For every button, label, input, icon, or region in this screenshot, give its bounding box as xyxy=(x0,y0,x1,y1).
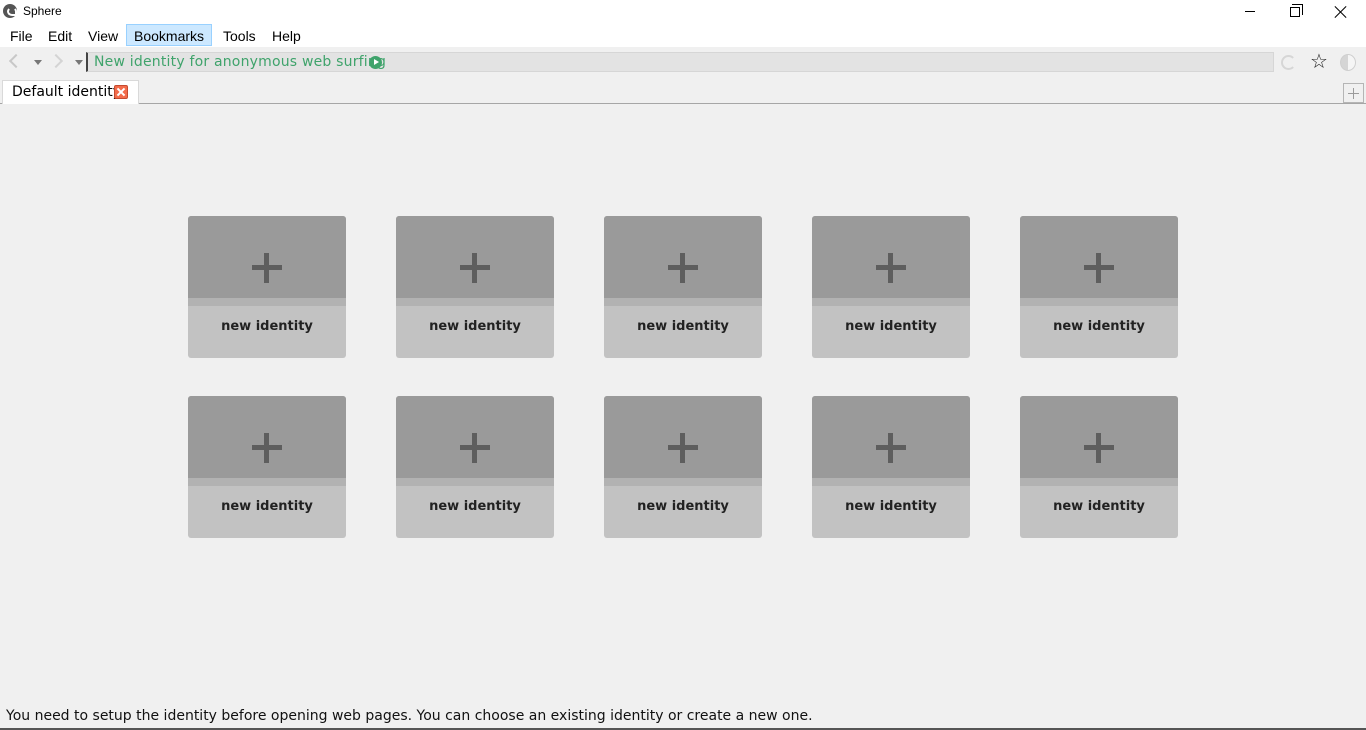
tab-close-icon[interactable] xyxy=(114,85,128,99)
window-title: Sphere xyxy=(23,4,62,18)
minimize-button[interactable] xyxy=(1227,0,1273,23)
plus-icon xyxy=(460,433,490,463)
card-header xyxy=(812,396,970,478)
play-icon[interactable] xyxy=(369,56,382,69)
plus-icon xyxy=(668,253,698,283)
restore-button[interactable] xyxy=(1272,0,1318,23)
card-label: new identity xyxy=(429,499,521,514)
card-header xyxy=(396,216,554,298)
reload-icon[interactable] xyxy=(1281,55,1296,70)
card-label: new identity xyxy=(1053,499,1145,514)
plus-icon xyxy=(252,433,282,463)
card-header xyxy=(1020,396,1178,478)
tab-bar: Default identity xyxy=(0,80,1366,104)
card-header xyxy=(1020,216,1178,298)
plus-icon xyxy=(252,253,282,283)
card-header xyxy=(812,216,970,298)
new-identity-card[interactable]: new identity xyxy=(812,216,970,358)
address-bar[interactable]: New identity for anonymous web surfing xyxy=(86,52,1274,72)
address-bar-text: New identity for anonymous web surfing xyxy=(94,54,387,70)
new-identity-card[interactable]: new identity xyxy=(604,396,762,538)
close-window-button[interactable] xyxy=(1318,0,1364,23)
card-label: new identity xyxy=(637,499,729,514)
card-label: new identity xyxy=(845,319,937,334)
card-divider xyxy=(396,478,554,486)
card-header xyxy=(188,216,346,298)
plus-icon xyxy=(876,433,906,463)
new-identity-card[interactable]: new identity xyxy=(188,396,346,538)
card-divider xyxy=(188,478,346,486)
menu-bar: File Edit View Bookmarks Tools Help xyxy=(0,23,1366,47)
tab-default-identity[interactable]: Default identity xyxy=(2,80,139,104)
menu-view[interactable]: View xyxy=(80,24,126,46)
forward-history-dropdown[interactable] xyxy=(75,60,83,65)
card-divider xyxy=(1020,478,1178,486)
star-icon[interactable]: ☆ xyxy=(1310,50,1328,72)
title-bar: Sphere xyxy=(0,0,1366,23)
tab-label: Default identity xyxy=(12,84,122,100)
card-label: new identity xyxy=(845,499,937,514)
add-tab-icon[interactable] xyxy=(1343,83,1364,103)
menu-help[interactable]: Help xyxy=(264,24,309,46)
forward-arrow-icon[interactable] xyxy=(48,53,64,69)
card-divider xyxy=(188,298,346,306)
card-divider xyxy=(396,298,554,306)
card-header xyxy=(604,216,762,298)
plus-icon xyxy=(1084,253,1114,283)
new-identity-card[interactable]: new identity xyxy=(1020,396,1178,538)
status-message: You need to setup the identity before op… xyxy=(6,708,813,724)
card-label: new identity xyxy=(637,319,729,334)
card-header xyxy=(188,396,346,478)
card-divider xyxy=(1020,298,1178,306)
shield-icon[interactable] xyxy=(1340,54,1356,71)
menu-tools[interactable]: Tools xyxy=(215,24,264,46)
menu-file[interactable]: File xyxy=(2,24,41,46)
navigation-bar: New identity for anonymous web surfing ☆ xyxy=(0,47,1366,77)
minimize-icon xyxy=(1245,11,1255,12)
card-header xyxy=(604,396,762,478)
new-identity-card[interactable]: new identity xyxy=(396,216,554,358)
card-label: new identity xyxy=(221,319,313,334)
card-divider xyxy=(812,478,970,486)
card-label: new identity xyxy=(1053,319,1145,334)
plus-icon xyxy=(668,433,698,463)
app-logo-icon xyxy=(3,4,17,18)
new-identity-card[interactable]: new identity xyxy=(396,396,554,538)
menu-bookmarks[interactable]: Bookmarks xyxy=(126,24,213,46)
card-divider xyxy=(812,298,970,306)
back-arrow-icon[interactable] xyxy=(8,53,24,69)
new-identity-card[interactable]: new identity xyxy=(1020,216,1178,358)
plus-icon xyxy=(460,253,490,283)
card-label: new identity xyxy=(221,499,313,514)
card-divider xyxy=(604,478,762,486)
new-identity-card[interactable]: new identity xyxy=(812,396,970,538)
menu-edit[interactable]: Edit xyxy=(40,24,80,46)
plus-icon xyxy=(1084,433,1114,463)
back-history-dropdown[interactable] xyxy=(34,60,42,65)
card-header xyxy=(396,396,554,478)
card-divider xyxy=(604,298,762,306)
restore-icon xyxy=(1290,3,1303,17)
close-icon xyxy=(1334,5,1348,19)
card-label: new identity xyxy=(429,319,521,334)
new-identity-card[interactable]: new identity xyxy=(604,216,762,358)
new-identity-card[interactable]: new identity xyxy=(188,216,346,358)
plus-icon xyxy=(876,253,906,283)
